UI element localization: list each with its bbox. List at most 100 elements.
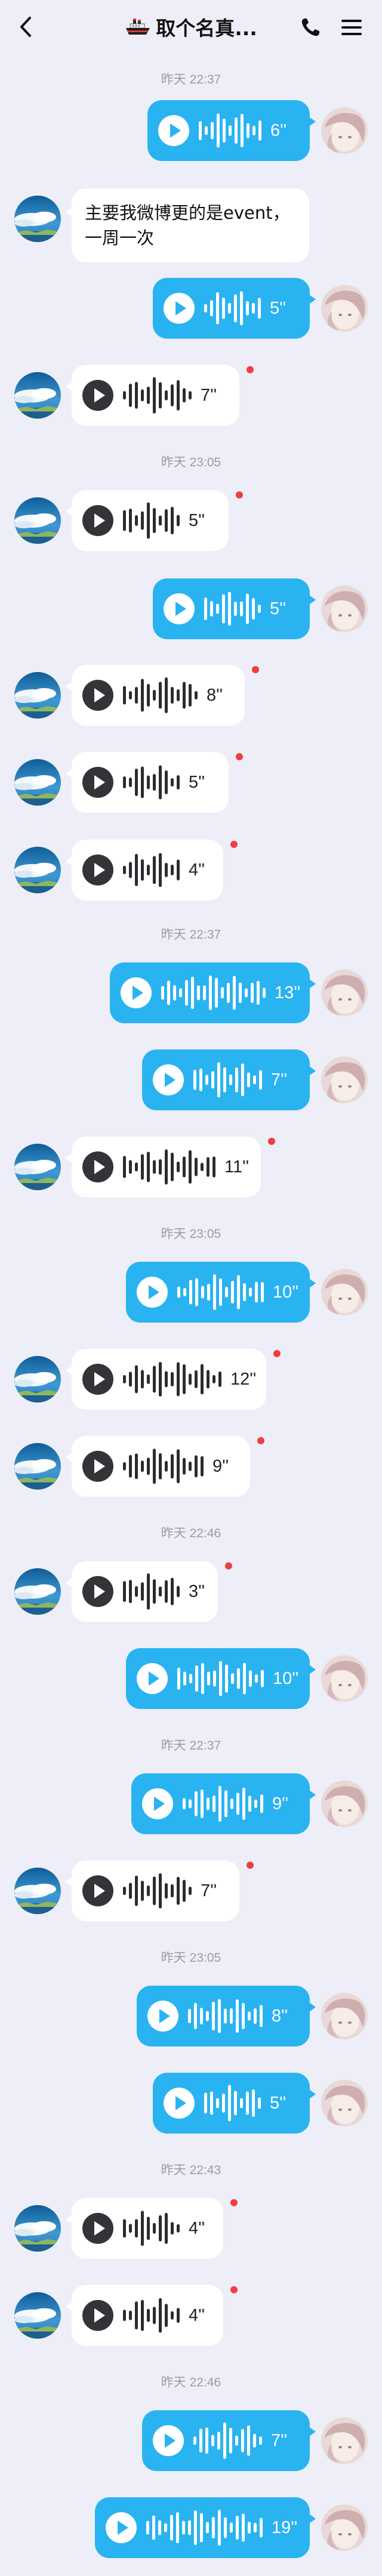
play-icon[interactable] <box>82 380 113 411</box>
voice-message-bubble[interactable]: 7'' <box>142 1049 316 1110</box>
voice-message-bubble[interactable]: 6'' <box>147 100 316 161</box>
play-icon[interactable] <box>82 854 113 886</box>
voice-message-bubble[interactable]: 4'' <box>66 2285 223 2346</box>
self-avatar[interactable] <box>321 2080 368 2126</box>
contact-avatar[interactable] <box>14 1568 61 1615</box>
voice-waveform <box>204 592 261 626</box>
self-avatar[interactable] <box>321 107 368 154</box>
contact-avatar[interactable] <box>14 847 61 893</box>
text-message-bubble[interactable]: 主要我微博更的是event，一周一次 <box>66 188 309 262</box>
voice-message-bubble[interactable]: 19'' <box>95 2497 316 2558</box>
play-icon[interactable] <box>82 2213 113 2244</box>
timestamp: 昨天 22:46 <box>161 2376 221 2389</box>
unread-dot <box>247 1862 254 1869</box>
self-avatar[interactable] <box>321 1057 368 1103</box>
play-icon[interactable] <box>164 2088 195 2119</box>
play-icon[interactable] <box>106 2512 137 2543</box>
play-icon[interactable] <box>82 1875 113 1906</box>
voice-duration: 7'' <box>271 1070 288 1089</box>
play-icon[interactable] <box>82 680 113 711</box>
self-avatar[interactable] <box>321 2417 368 2464</box>
contact-avatar[interactable] <box>14 1443 61 1490</box>
timestamp: 昨天 22:37 <box>161 928 221 942</box>
unread-dot <box>230 2286 238 2293</box>
voice-message-bubble[interactable]: 9'' <box>66 1436 250 1497</box>
contact-avatar[interactable] <box>14 759 61 806</box>
voice-message-bubble[interactable]: 13'' <box>110 962 316 1023</box>
self-avatar[interactable] <box>321 2504 368 2551</box>
voice-message-bubble[interactable]: 5'' <box>66 752 229 813</box>
voice-duration: 4'' <box>189 860 205 880</box>
play-icon[interactable] <box>153 2425 184 2456</box>
contact-avatar[interactable] <box>14 672 61 719</box>
self-avatar[interactable] <box>321 1993 368 2039</box>
voice-message-bubble[interactable]: 11'' <box>66 1137 261 1197</box>
voice-waveform <box>123 1362 221 1397</box>
contact-avatar[interactable] <box>14 2205 61 2252</box>
voice-message-bubble[interactable]: 8'' <box>66 665 245 726</box>
contact-avatar[interactable] <box>14 372 61 419</box>
voice-duration: 11'' <box>224 1157 249 1176</box>
unread-dot <box>273 1350 281 1357</box>
play-icon[interactable] <box>158 115 189 146</box>
play-icon[interactable] <box>82 505 113 536</box>
voice-message-bubble[interactable]: 5'' <box>153 278 316 339</box>
play-icon[interactable] <box>82 2300 113 2331</box>
voice-message-bubble[interactable]: 12'' <box>66 1349 266 1410</box>
self-avatar[interactable] <box>321 970 368 1016</box>
voice-message-bubble[interactable]: 10'' <box>126 1648 316 1709</box>
voice-message-bubble[interactable]: 3'' <box>66 1561 218 1622</box>
play-icon[interactable] <box>82 1451 113 1482</box>
self-avatar[interactable] <box>321 285 368 332</box>
self-avatar[interactable] <box>321 1269 368 1315</box>
play-icon[interactable] <box>137 1663 168 1694</box>
voice-waveform <box>161 976 266 1010</box>
play-icon[interactable] <box>142 1788 173 1819</box>
voice-message-bubble[interactable]: 4'' <box>66 840 223 900</box>
contact-avatar[interactable] <box>14 2292 61 2339</box>
voice-message-bubble[interactable]: 7'' <box>66 1860 239 1921</box>
voice-duration: 5'' <box>270 2094 286 2113</box>
voice-waveform <box>123 377 192 414</box>
voice-waveform <box>183 1786 263 1822</box>
play-icon[interactable] <box>82 1364 113 1395</box>
voice-waveform <box>204 291 261 326</box>
voice-waveform <box>146 2510 263 2546</box>
play-icon[interactable] <box>153 1064 184 1095</box>
voice-waveform <box>123 502 180 539</box>
self-avatar[interactable] <box>321 1655 368 1702</box>
voice-message-bubble[interactable]: 7'' <box>142 2410 316 2471</box>
contact-avatar[interactable] <box>14 196 61 242</box>
play-icon[interactable] <box>82 1576 113 1607</box>
voice-message-bubble[interactable]: 7'' <box>66 365 239 426</box>
play-icon[interactable] <box>121 977 152 1008</box>
voice-duration: 9'' <box>272 1794 289 1813</box>
play-icon[interactable] <box>164 593 195 624</box>
play-icon[interactable] <box>82 1151 113 1182</box>
unread-dot <box>225 1562 232 1569</box>
voice-message-bubble[interactable]: 5'' <box>66 490 229 551</box>
contact-avatar[interactable] <box>14 497 61 544</box>
voice-message-bubble[interactable]: 5'' <box>153 578 316 639</box>
voice-duration: 19'' <box>272 2518 298 2537</box>
self-avatar[interactable] <box>321 1781 368 1827</box>
voice-waveform <box>204 2085 261 2122</box>
voice-duration: 5'' <box>189 511 205 530</box>
self-avatar[interactable] <box>321 586 368 632</box>
play-icon[interactable] <box>147 2001 178 2032</box>
contact-avatar[interactable] <box>14 1144 61 1190</box>
voice-waveform <box>123 1573 180 1610</box>
voice-duration: 13'' <box>275 983 301 1002</box>
voice-message-bubble[interactable]: 5'' <box>153 2073 316 2134</box>
voice-message-bubble[interactable]: 8'' <box>137 1986 316 2046</box>
unread-dot <box>268 1138 275 1145</box>
play-icon[interactable] <box>137 1277 168 1308</box>
play-icon[interactable] <box>82 767 113 798</box>
voice-message-bubble[interactable]: 9'' <box>131 1773 316 1834</box>
voice-message-bubble[interactable]: 10'' <box>126 1262 316 1323</box>
voice-message-bubble[interactable]: 4'' <box>66 2198 223 2259</box>
play-icon[interactable] <box>164 293 195 324</box>
contact-avatar[interactable] <box>14 1868 61 1914</box>
timestamp: 昨天 22:37 <box>161 73 221 86</box>
contact-avatar[interactable] <box>14 1356 61 1402</box>
